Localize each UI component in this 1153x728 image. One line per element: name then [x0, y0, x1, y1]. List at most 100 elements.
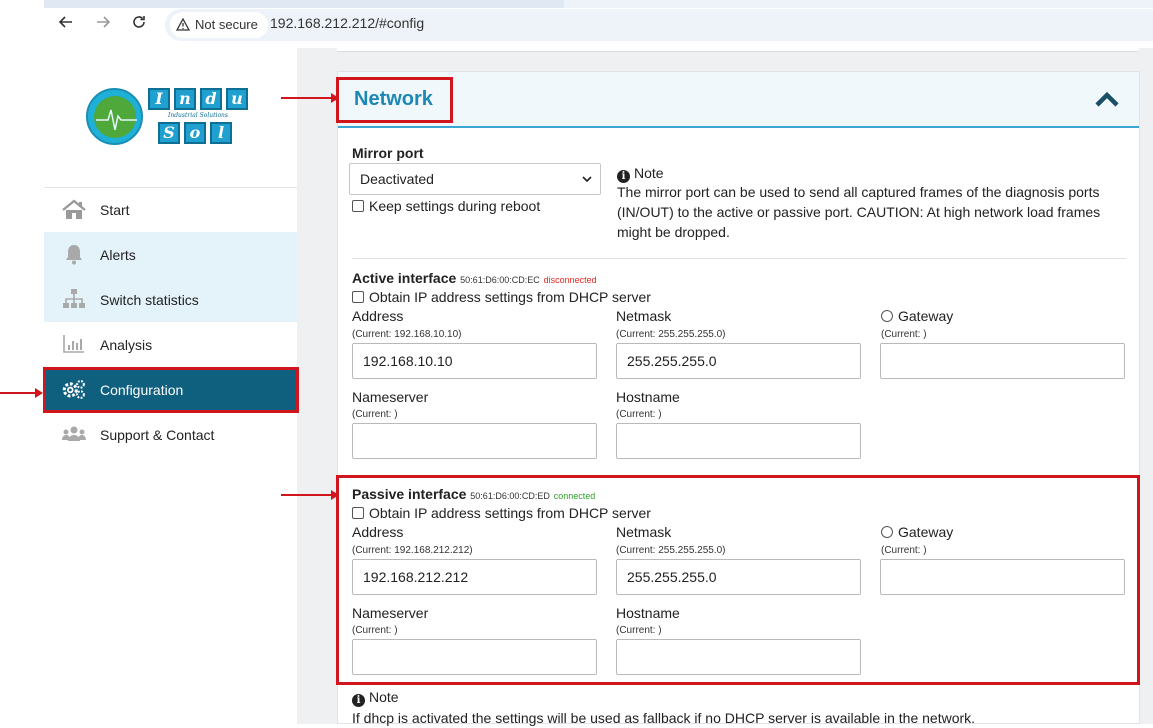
passive-dhcp-option[interactable]: Obtain IP address settings from DHCP ser…: [352, 505, 651, 521]
annotation-arrow: [281, 93, 339, 103]
logo-globe: [86, 88, 143, 145]
active-hostname-current: (Current: ): [616, 409, 662, 420]
passive-nameserver-current: (Current: ): [352, 625, 398, 636]
active-interface-mac: 50:61:D6:00:CD:EC: [460, 275, 540, 285]
active-hostname-field[interactable]: [616, 423, 861, 459]
active-nameserver-current: (Current: ): [352, 409, 398, 420]
active-dhcp-checkbox[interactable]: [352, 291, 364, 303]
reload-button[interactable]: [128, 14, 150, 36]
active-netmask-label: Netmask: [616, 308, 672, 324]
sidebar-item-support-contact[interactable]: Support & Contact: [44, 412, 297, 457]
passive-address-label: Address: [352, 524, 404, 540]
passive-nameserver-field[interactable]: [352, 639, 597, 675]
chevron-down-icon: [582, 176, 592, 183]
home-icon: [62, 199, 86, 219]
info-icon: i: [352, 694, 365, 707]
security-chip[interactable]: Not secure: [170, 12, 268, 38]
divider: [352, 258, 1126, 259]
previous-panel-edge: [337, 48, 1139, 52]
passive-interface-title: Passive interface: [352, 486, 467, 502]
passive-hostname-field[interactable]: [616, 639, 861, 675]
logo-letter: u: [226, 88, 248, 110]
arrow-left-icon: [58, 16, 72, 28]
dhcp-note-text: If dhcp is activated the settings will b…: [352, 710, 976, 726]
dhcp-note-heading: i Note: [352, 689, 399, 707]
passive-interface-mac: 50:61:D6:00:CD:ED: [470, 491, 550, 501]
mirror-port-select[interactable]: Deactivated: [349, 163, 601, 195]
active-gateway-option[interactable]: Gateway: [881, 308, 953, 324]
active-interface-title: Active interface: [352, 270, 457, 286]
logo-letter: S: [158, 122, 180, 144]
passive-gateway-field[interactable]: [880, 559, 1125, 595]
sidebar-item-alerts[interactable]: Alerts: [44, 232, 297, 277]
logo-letter: o: [184, 122, 206, 144]
passive-address-current: (Current: 192.168.212.212): [352, 545, 473, 556]
browser-toolbar: Not secure 192.168.212.212/#config: [0, 0, 1153, 48]
browser-tab-strip: [44, 0, 1153, 8]
panel-header[interactable]: Network: [338, 72, 1139, 128]
mirror-note-text: The mirror port can be used to send all …: [617, 184, 1101, 240]
annotation-arrow: [0, 388, 43, 398]
passive-gateway-current: (Current: ): [881, 545, 927, 556]
arrow-right-icon: [97, 16, 111, 28]
passive-dhcp-label: Obtain IP address settings from DHCP ser…: [369, 505, 651, 521]
keep-settings-label: Keep settings during reboot: [369, 198, 541, 214]
logo-letter: n: [174, 88, 196, 110]
active-netmask-current: (Current: 255.255.255.0): [616, 329, 726, 340]
network-panel: Network Mirror port Deactivated Keep set…: [337, 71, 1140, 726]
sidebar-item-label: Support & Contact: [100, 426, 215, 443]
passive-hostname-label: Hostname: [616, 605, 680, 621]
passive-gateway-option[interactable]: Gateway: [881, 524, 953, 540]
sidebar-item-label: Switch statistics: [100, 291, 199, 308]
chevron-up-icon[interactable]: [1093, 86, 1121, 114]
warning-icon: [176, 18, 190, 31]
passive-address-field[interactable]: [352, 559, 597, 595]
passive-netmask-label: Netmask: [616, 524, 672, 540]
url-text[interactable]: 192.168.212.212/#config: [270, 15, 424, 31]
active-address-current: (Current: 192.168.10.10): [352, 329, 462, 340]
sidebar-item-label: Analysis: [100, 336, 153, 353]
sidebar-item-label: Alerts: [100, 246, 136, 263]
sidebar-item-configuration[interactable]: Configuration: [44, 367, 297, 412]
active-dhcp-option[interactable]: Obtain IP address settings from DHCP ser…: [352, 289, 651, 305]
mirror-note-title: Note: [634, 165, 664, 181]
sidebar-item-label: Configuration: [100, 381, 184, 398]
annotation-arrow: [281, 490, 339, 500]
sidebar-item-analysis[interactable]: Analysis: [44, 322, 297, 367]
users-icon: [62, 426, 86, 441]
sidebar-item-start[interactable]: Start: [44, 187, 297, 232]
sidebar-menu: Start Alerts Switch statistics Analysis …: [44, 187, 297, 457]
logo-letter: d: [200, 88, 222, 110]
active-nameserver-field[interactable]: [352, 423, 597, 459]
active-hostname-label: Hostname: [616, 389, 680, 405]
keep-settings-checkbox[interactable]: [352, 200, 364, 212]
logo-letter: l: [210, 122, 232, 144]
active-nameserver-label: Nameserver: [352, 389, 429, 405]
active-gateway-current: (Current: ): [881, 329, 927, 340]
passive-gateway-radio[interactable]: [881, 526, 893, 538]
active-gateway-field[interactable]: [880, 343, 1125, 379]
forward-button[interactable]: [92, 14, 114, 36]
active-address-label: Address: [352, 308, 404, 324]
passive-nameserver-label: Nameserver: [352, 605, 429, 621]
active-gateway-radio[interactable]: [881, 310, 893, 322]
mirror-port-selected: Deactivated: [360, 171, 434, 187]
passive-netmask-current: (Current: 255.255.255.0): [616, 545, 726, 556]
back-button[interactable]: [55, 14, 77, 36]
dhcp-note-title: Note: [369, 689, 399, 705]
sidebar-item-switch-statistics[interactable]: Switch statistics: [44, 277, 297, 322]
keep-settings-option[interactable]: Keep settings during reboot: [352, 198, 540, 214]
passive-dhcp-checkbox[interactable]: [352, 507, 364, 519]
reload-icon: [133, 16, 145, 28]
network-icon: [63, 289, 85, 308]
passive-gateway-label: Gateway: [898, 524, 954, 540]
security-label: Not secure: [195, 17, 258, 32]
passive-interface-status: connected: [553, 491, 596, 501]
gears-icon: [62, 379, 85, 399]
passive-netmask-field[interactable]: [616, 559, 861, 595]
active-interface-status: disconnected: [543, 275, 597, 285]
sidebar-item-label: Start: [100, 202, 130, 218]
active-address-field[interactable]: [352, 343, 597, 379]
passive-hostname-current: (Current: ): [616, 625, 662, 636]
active-netmask-field[interactable]: [616, 343, 861, 379]
